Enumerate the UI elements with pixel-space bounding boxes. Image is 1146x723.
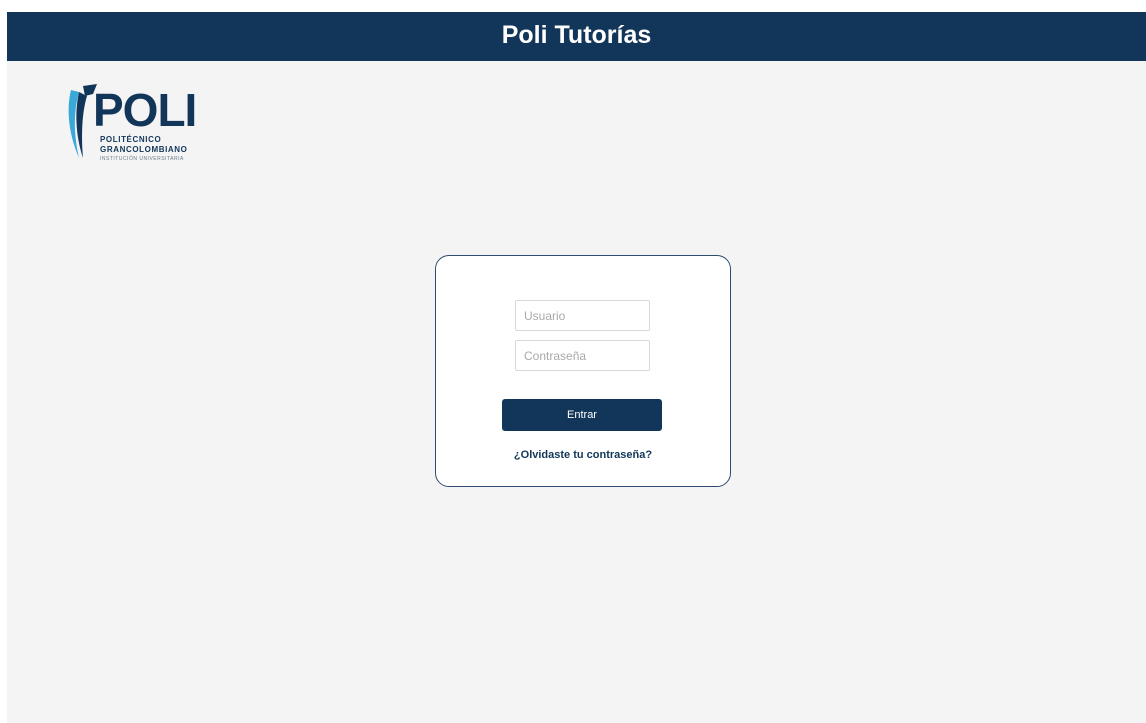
header-bar: Poli Tutorías [7,12,1146,61]
logo-subtitle-1: POLITÉCNICO [100,135,162,144]
password-input[interactable] [515,340,650,371]
login-card: Entrar ¿Olvidaste tu contraseña? [435,255,731,487]
logo-subtitle-3: INSTITUCIÓN UNIVERSITARIA [100,156,184,162]
logo-subtitle-2: GRANCOLOMBIANO [100,145,188,154]
login-button[interactable]: Entrar [502,399,662,431]
username-input[interactable] [515,300,650,331]
app-title: Poli Tutorías [501,21,652,49]
logo-wordmark: POLI [93,84,197,136]
forgot-password-link[interactable]: ¿Olvidaste tu contraseña? [436,449,730,461]
page-container: Poli Tutorías POLI POLITÉCNICO GRANCOLOM… [7,12,1146,723]
poli-logo: POLI POLITÉCNICO GRANCOLOMBIANO INSTITUC… [63,82,223,172]
